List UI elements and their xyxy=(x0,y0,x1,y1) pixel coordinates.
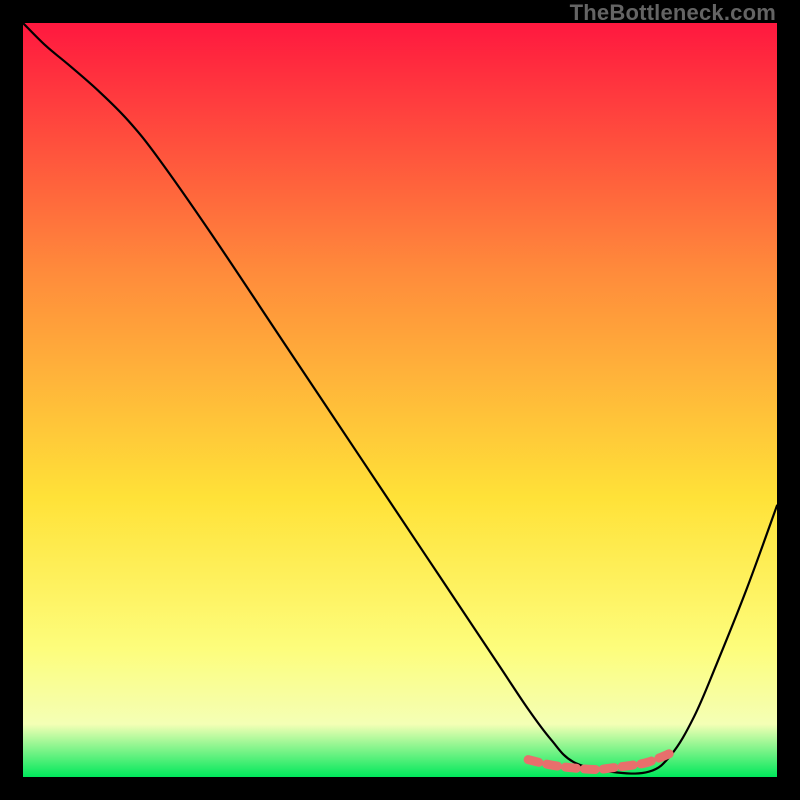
watermark-text: TheBottleneck.com xyxy=(570,0,776,26)
chart-plot xyxy=(23,23,777,777)
chart-frame xyxy=(23,23,777,777)
gradient-background xyxy=(23,23,777,777)
